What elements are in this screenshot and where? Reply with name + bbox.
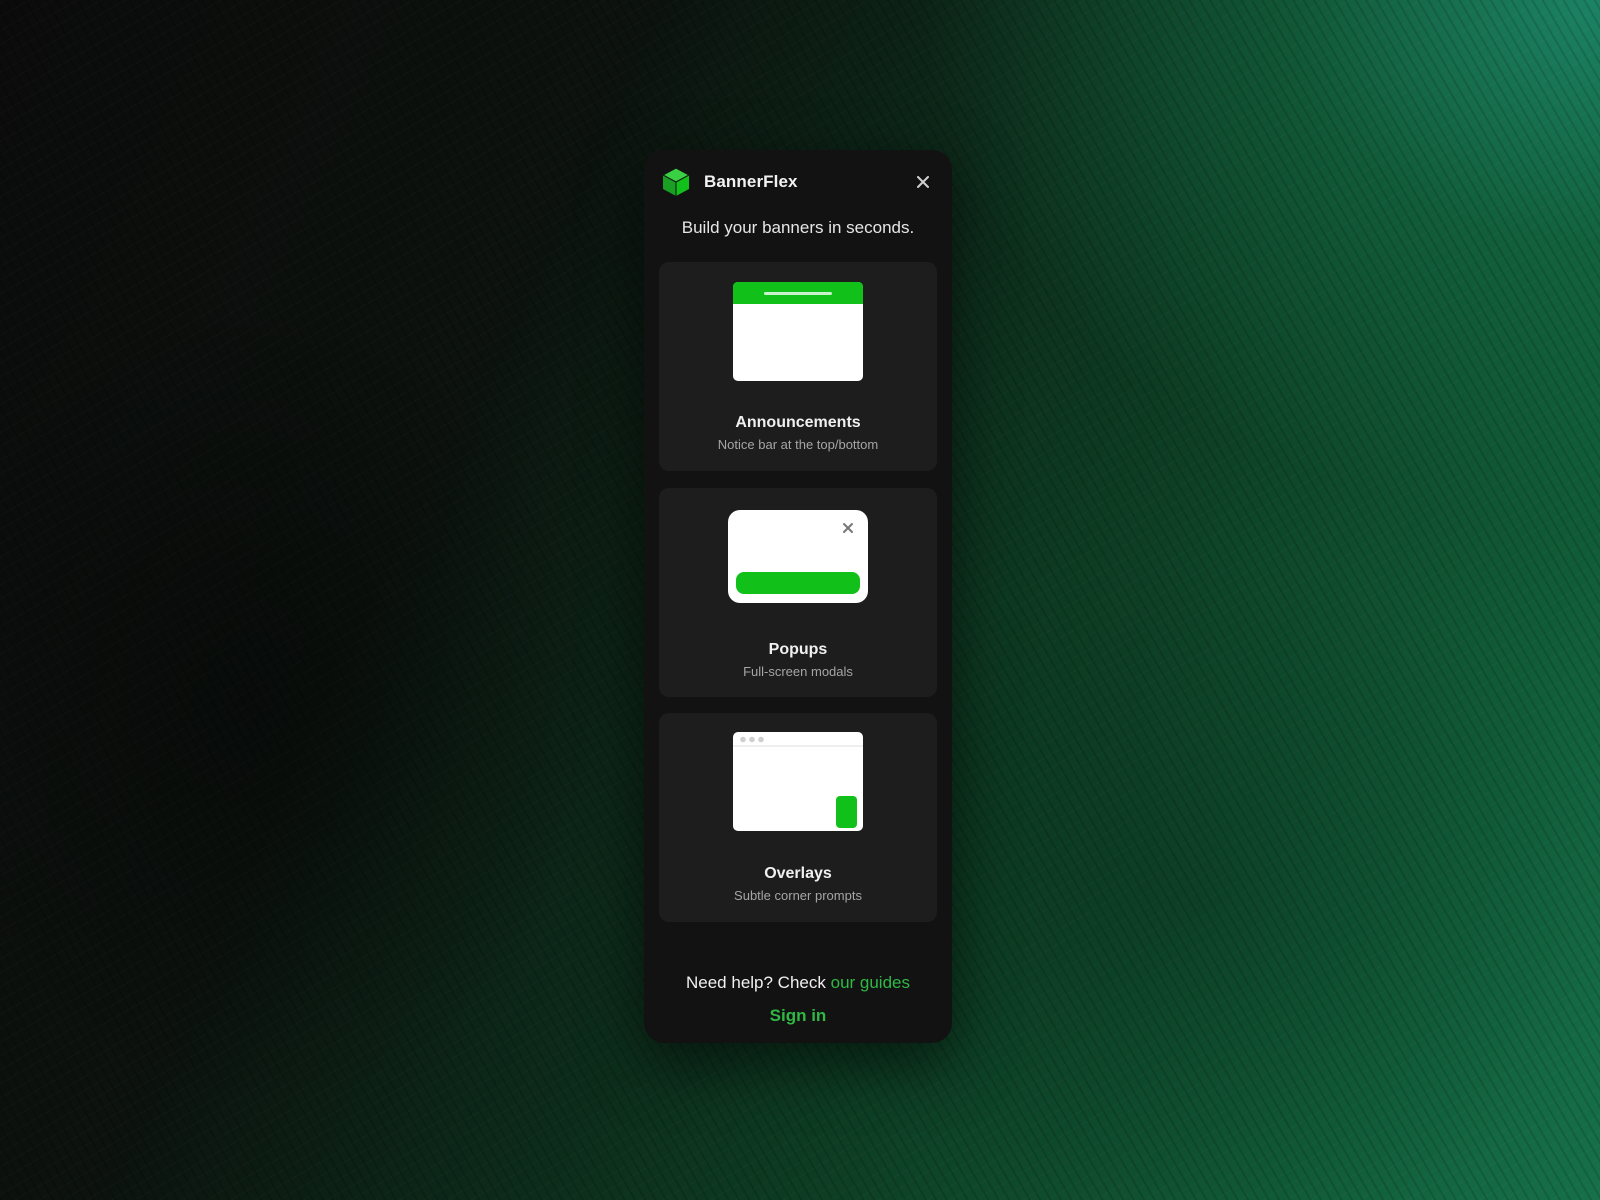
- popup-modal-illustration: [728, 510, 868, 603]
- close-icon: [917, 176, 929, 188]
- panel-header: BannerFlex: [662, 166, 934, 198]
- card-overlays[interactable]: Overlays Subtle corner prompts: [659, 713, 937, 922]
- sign-in-link[interactable]: Sign in: [644, 1006, 952, 1026]
- card-subtitle: Notice bar at the top/bottom: [717, 437, 879, 452]
- close-button[interactable]: [912, 171, 934, 193]
- card-title: Popups: [768, 641, 828, 658]
- help-text: Need help? Check our guides: [644, 973, 952, 993]
- announcement-bar-illustration: [733, 282, 863, 381]
- guides-link[interactable]: our guides: [831, 973, 910, 992]
- card-announcements[interactable]: Announcements Notice bar at the top/bott…: [659, 262, 937, 471]
- card-subtitle: Full-screen modals: [743, 664, 853, 679]
- app-name: BannerFlex: [704, 172, 798, 191]
- card-subtitle: Subtle corner prompts: [734, 888, 862, 903]
- card-popups[interactable]: Popups Full-screen modals: [659, 488, 937, 697]
- card-title: Overlays: [764, 865, 832, 882]
- card-title: Announcements: [735, 414, 861, 431]
- tagline: Build your banners in seconds.: [681, 218, 915, 237]
- cube-icon: [662, 167, 690, 196]
- help-prefix: Need help? Check: [686, 973, 826, 992]
- corner-overlay-illustration: [733, 732, 863, 831]
- banner-type-picker-panel: BannerFlex Build your banners in seconds…: [644, 150, 952, 1043]
